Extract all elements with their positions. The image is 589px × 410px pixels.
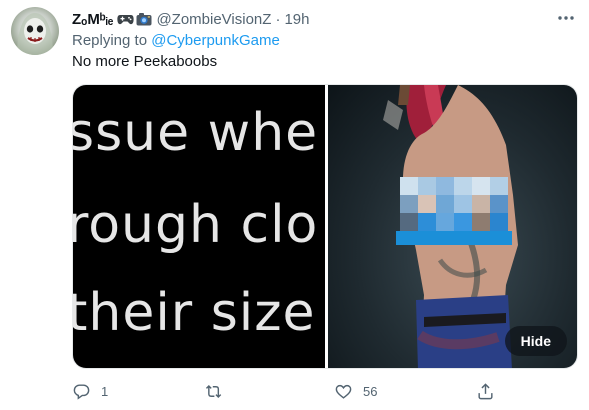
reply-icon	[73, 383, 90, 400]
game-controller-icon	[117, 14, 135, 24]
tweet-text: No more Peekaboobs	[72, 53, 218, 70]
more-button[interactable]	[555, 9, 577, 27]
reply-mention-link[interactable]: @CyberpunkGame	[151, 32, 280, 49]
dot-separator: ·	[275, 10, 281, 28]
retweet-icon	[205, 384, 222, 398]
timestamp[interactable]: 19h	[284, 11, 309, 28]
image-text-line: their size	[73, 283, 316, 343]
hide-button[interactable]: Hide	[504, 326, 567, 356]
replying-to-label: Replying to	[72, 32, 152, 49]
like-button[interactable]: 56	[334, 380, 377, 402]
media-grid: ssue whe rough clo their size Hide	[72, 84, 578, 369]
camera-icon	[136, 13, 152, 26]
retweet-button[interactable]	[202, 380, 232, 402]
like-icon	[335, 384, 352, 399]
media-image-photo[interactable]: Hide	[328, 85, 577, 368]
share-button[interactable]	[476, 380, 495, 402]
replying-to: Replying to @CyberpunkGame	[72, 32, 280, 49]
share-icon	[478, 382, 493, 399]
reply-count: 1	[101, 383, 109, 399]
author-handle[interactable]: @ZombieVisionZ	[156, 11, 271, 28]
display-name[interactable]: ZₒMᵇᵢₑ	[72, 11, 113, 28]
image-text-line: rough clo	[73, 195, 319, 255]
reply-button[interactable]: 1	[72, 380, 108, 402]
avatar-image	[17, 13, 53, 55]
censor-pixels	[400, 177, 508, 231]
more-icon	[558, 16, 574, 20]
tweet-header: ZₒMᵇᵢₑ @ZombieVisionZ · 19h	[72, 8, 577, 30]
like-count: 56	[363, 383, 378, 399]
media-image-text[interactable]: ssue whe rough clo their size	[73, 85, 325, 368]
avatar[interactable]	[11, 7, 59, 55]
action-bar: 1 56	[72, 380, 512, 402]
name-emoji-group	[117, 12, 152, 26]
image-text-line: ssue whe	[73, 103, 319, 163]
